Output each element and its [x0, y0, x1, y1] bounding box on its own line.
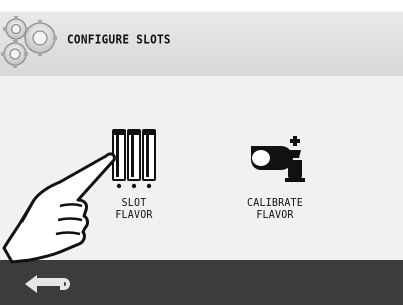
- gears-icon: [0, 12, 60, 76]
- options-panel: SLOT FLAVOR CALIBRATE FLAVOR: [0, 76, 403, 260]
- page-title: CONFIGURE SLOTS: [67, 32, 171, 47]
- back-arrow-icon: [20, 275, 80, 302]
- header-band: [0, 12, 403, 76]
- slot-flavor-label-line2: FLAVOR: [115, 209, 153, 222]
- pump-bottle-icon: [237, 128, 313, 194]
- header-bar: CONFIGURE SLOTS: [0, 0, 403, 76]
- configure-slots-screen: CONFIGURE SLOTS SLOT FLAVOR CALIBRATE FL…: [0, 0, 403, 305]
- calibrate-flavor-button[interactable]: CALIBRATE FLAVOR: [237, 128, 313, 222]
- slot-flavor-button[interactable]: SLOT FLAVOR: [98, 128, 170, 222]
- calibrate-flavor-label-line2: FLAVOR: [256, 209, 294, 222]
- back-button[interactable]: [20, 268, 80, 298]
- cartridges-icon: [98, 128, 170, 194]
- footer-bar: [0, 260, 403, 305]
